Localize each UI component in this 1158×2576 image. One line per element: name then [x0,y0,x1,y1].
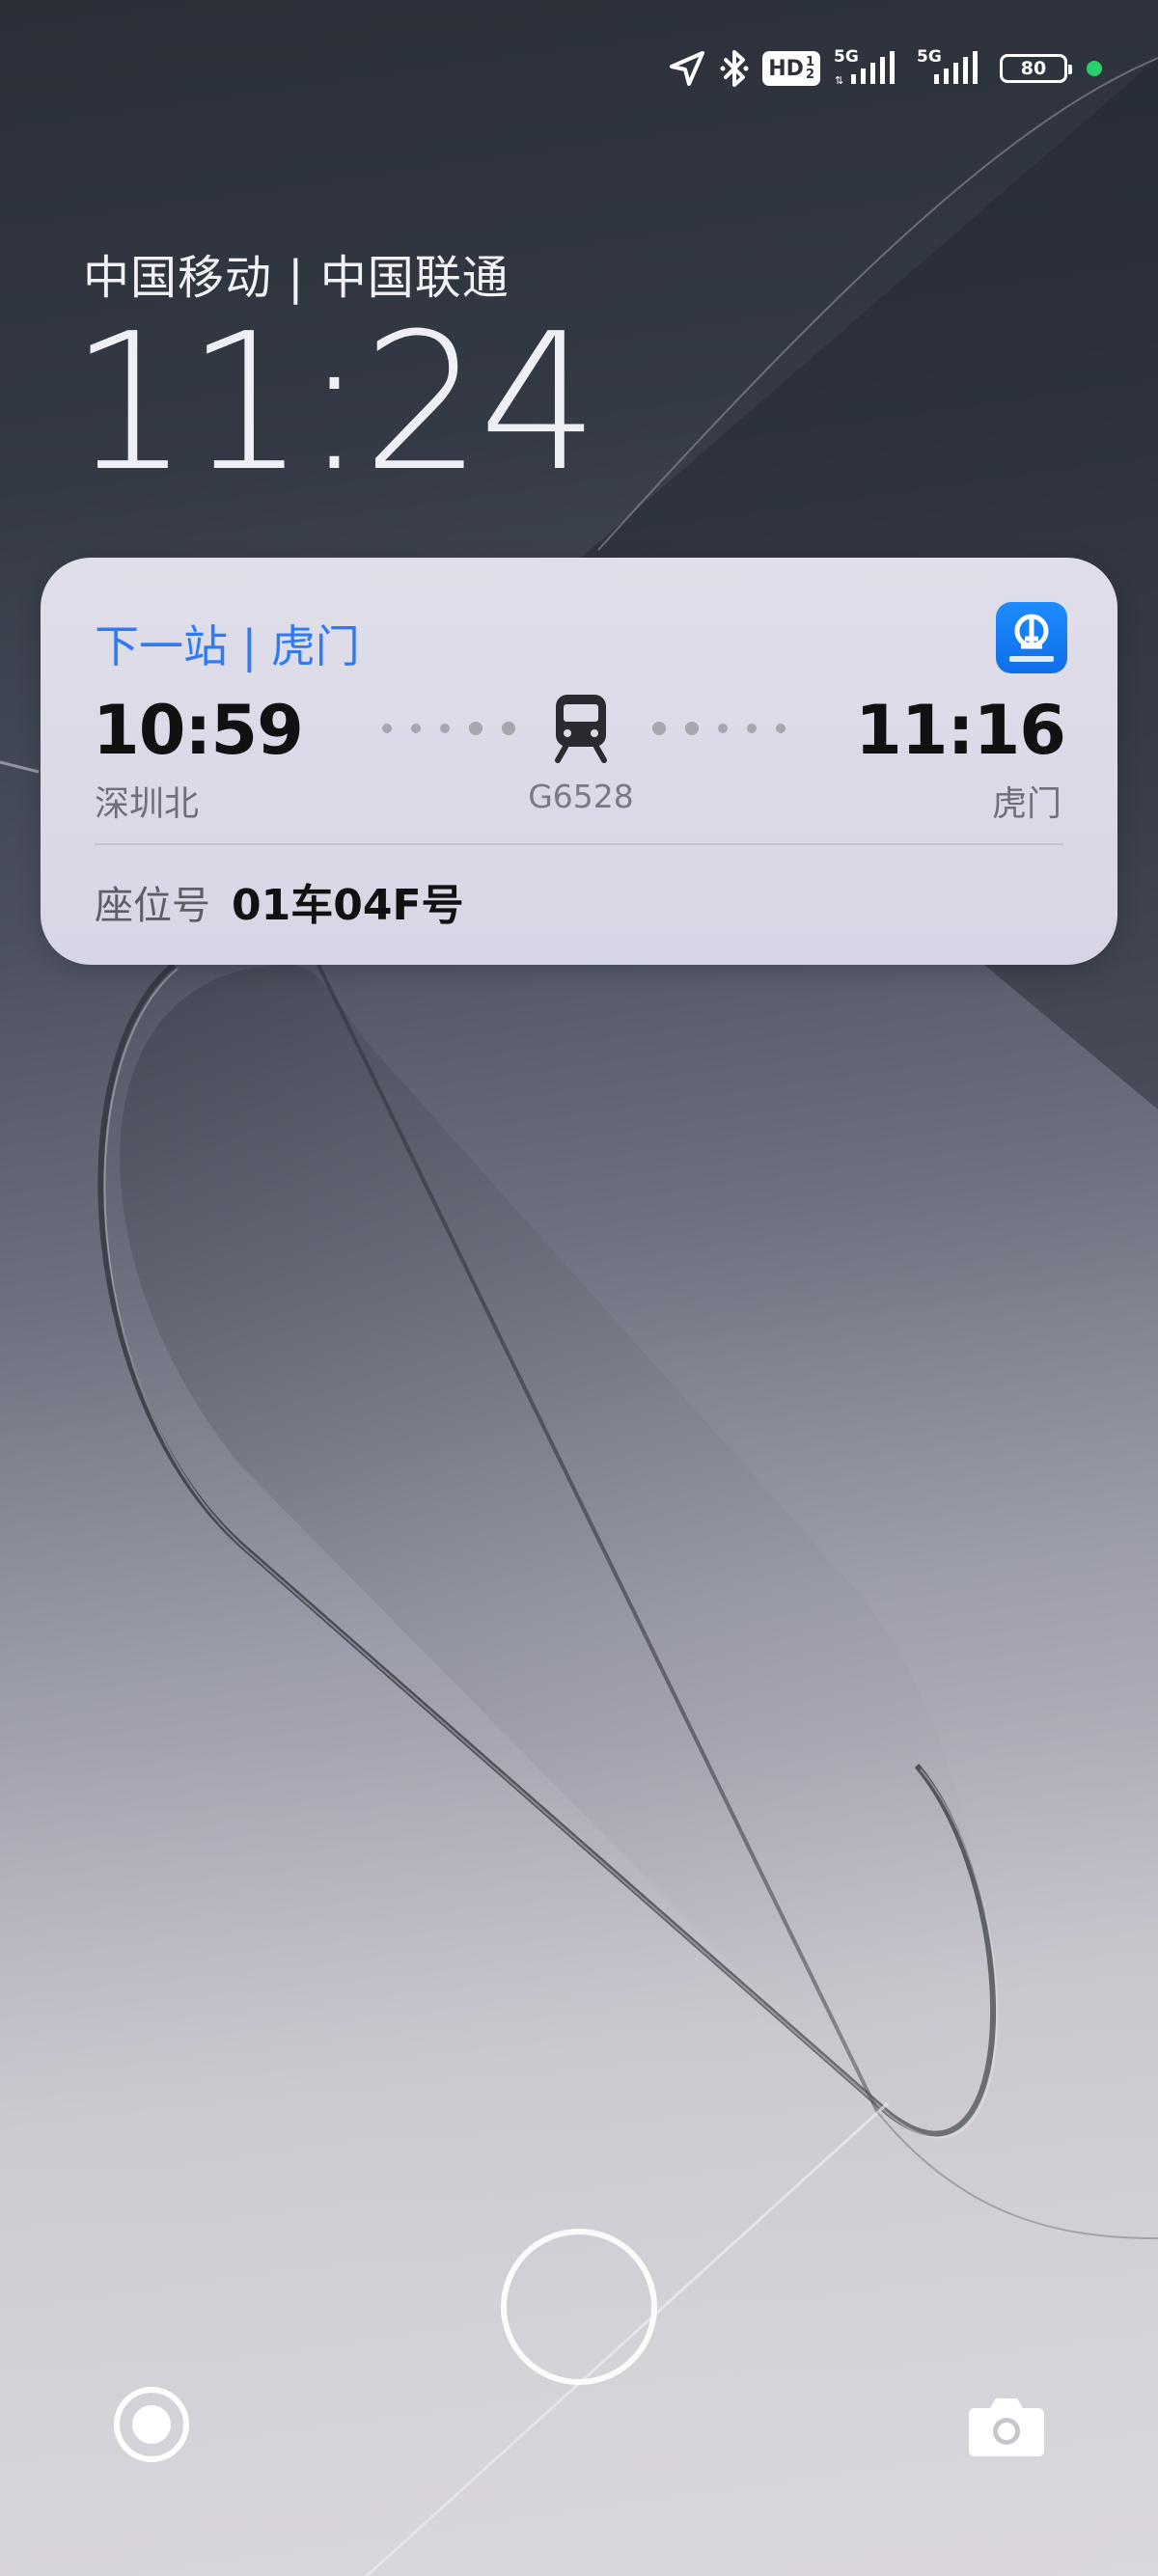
privacy-indicator-dot [1087,61,1102,76]
arrival-station: 虎门 [991,784,1062,824]
unlock-ring-icon[interactable] [501,2229,657,2385]
hd-volte-icon: HD 12 [762,51,820,86]
lockscreen-clock[interactable]: 11:24 [69,307,599,500]
route-dots-left [382,722,515,735]
battery-icon: 80 [1000,54,1072,83]
seat-number: 01车04F号 [232,881,464,930]
svg-text:⇅: ⇅ [835,74,843,87]
departure-station: 深圳北 [95,784,200,824]
next-station-header: 下一站 | 虎门 [95,620,360,672]
bluetooth-icon [720,50,749,87]
lock-screen: HD 12 5G ⇅ 5G 80 中国移动 | 中国联通 11:24 下一站 |… [0,0,1158,2576]
card-divider [95,843,1063,845]
location-arrow-icon [670,51,705,86]
hd-sub-icon: 12 [805,55,814,82]
record-circle-icon[interactable] [114,2387,189,2462]
train-number: G6528 [528,778,634,815]
camera-icon[interactable] [967,2391,1046,2458]
train-icon [555,695,607,763]
signal-5g-icon: 5G [917,49,986,88]
seat-label: 座位号 [95,884,210,928]
train-trip-card[interactable]: 下一站 | 虎门 10:59 深圳北 G6528 11:16 虎门 座位号 01… [41,558,1117,965]
railway-12306-icon[interactable] [996,602,1067,673]
signal-5g-icon: 5G ⇅ [834,49,903,88]
status-bar: HD 12 5G ⇅ 5G 80 [668,44,1102,93]
route-dots-right [652,722,786,735]
battery-level: 80 [1020,58,1047,79]
hd-label: HD [768,56,804,81]
record-circle-inner [132,2405,171,2444]
departure-time: 10:59 [93,691,304,770]
arrival-time: 11:16 [855,691,1066,770]
